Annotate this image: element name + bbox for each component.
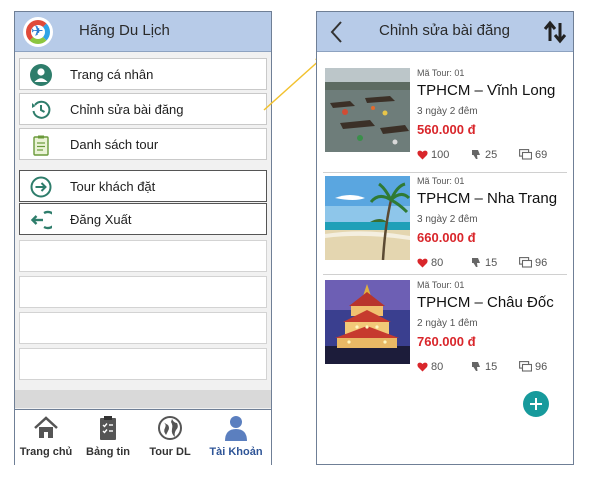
nav-home[interactable]: Trang chủ bbox=[15, 414, 77, 464]
dislike-count: 15 bbox=[485, 257, 498, 269]
divider-bar bbox=[15, 390, 271, 408]
nav-label: Trang chủ bbox=[19, 446, 73, 458]
nav-account[interactable]: Tài Khoản bbox=[205, 414, 267, 464]
dislike-button[interactable]: 25 bbox=[471, 149, 497, 163]
tour-code: Mã Tour: 01 bbox=[417, 176, 465, 186]
empty-row bbox=[19, 312, 267, 344]
like-button[interactable]: 80 bbox=[417, 361, 443, 375]
app-title: Hãng Du Lịch bbox=[79, 22, 170, 39]
back-icon[interactable] bbox=[325, 18, 349, 46]
page-title: Chỉnh sửa bài đăng bbox=[379, 22, 510, 39]
add-post-button[interactable] bbox=[523, 391, 549, 417]
like-button[interactable]: 100 bbox=[417, 149, 449, 163]
tour-photo-beach bbox=[325, 176, 410, 260]
like-count: 80 bbox=[431, 257, 444, 269]
menu-item-edit-posts[interactable]: Chỉnh sửa bài đăng bbox=[19, 93, 267, 125]
menu-item-booked-tours[interactable]: Tour khách đặt bbox=[19, 170, 267, 202]
tour-photo-temple bbox=[325, 280, 410, 364]
menu-label: Đăng Xuất bbox=[70, 212, 132, 227]
empty-row bbox=[19, 276, 267, 308]
comment-button[interactable]: 69 bbox=[519, 149, 547, 163]
comment-icon bbox=[519, 361, 533, 372]
tour-duration: 2 ngày 1 đêm bbox=[417, 318, 478, 329]
menu-item-logout[interactable]: Đăng Xuất bbox=[19, 203, 267, 235]
comment-button[interactable]: 96 bbox=[519, 257, 547, 271]
menu-label: Chỉnh sửa bài đăng bbox=[70, 102, 184, 117]
empty-row bbox=[19, 348, 267, 380]
screen-header: Chỉnh sửa bài đăng bbox=[317, 12, 573, 52]
dislike-button[interactable]: 15 bbox=[471, 257, 497, 271]
nav-label: Tour DL bbox=[149, 446, 191, 458]
account-icon bbox=[225, 416, 247, 441]
comment-icon bbox=[519, 149, 533, 160]
tour-name: TPHCM – Châu Đốc bbox=[417, 294, 554, 311]
dislike-button[interactable]: 15 bbox=[471, 361, 497, 375]
card-divider bbox=[323, 172, 567, 173]
app-header: ✈ Hãng Du Lịch bbox=[15, 12, 271, 52]
bottom-nav: Trang chủ Bảng tin Tour DL Tài Khoản bbox=[15, 409, 271, 465]
tour-name: TPHCM – Vĩnh Long bbox=[417, 82, 556, 99]
card-divider bbox=[323, 274, 567, 275]
like-count: 100 bbox=[431, 149, 450, 161]
comment-button[interactable]: 96 bbox=[519, 361, 547, 375]
comment-count: 69 bbox=[535, 149, 548, 161]
dislike-count: 15 bbox=[485, 361, 498, 373]
tour-duration: 3 ngày 2 đêm bbox=[417, 214, 478, 225]
tour-card[interactable]: Mã Tour: 01 TPHCM – Châu Đốc 2 ngày 1 đê… bbox=[323, 278, 567, 378]
tour-card[interactable]: Mã Tour: 01 TPHCM – Nha Trang 3 ngày 2 đ… bbox=[323, 174, 567, 274]
tour-name: TPHCM – Nha Trang bbox=[417, 190, 558, 207]
empty-row bbox=[19, 240, 267, 272]
menu-item-profile[interactable]: Trang cá nhân bbox=[19, 58, 267, 90]
tour-code: Mã Tour: 01 bbox=[417, 68, 465, 78]
heart-icon bbox=[417, 258, 428, 268]
thumbs-down-icon bbox=[472, 258, 480, 267]
nav-tours[interactable]: Tour DL bbox=[139, 414, 201, 464]
sort-icon[interactable] bbox=[543, 20, 567, 44]
tour-duration: 3 ngày 2 đêm bbox=[417, 106, 478, 117]
menu-item-tour-list[interactable]: Danh sách tour bbox=[19, 128, 267, 160]
tour-price: 560.000 đ bbox=[417, 122, 476, 137]
arrow-circle-icon bbox=[30, 176, 52, 198]
nav-label: Tài Khoản bbox=[209, 446, 263, 458]
thumbs-down-icon bbox=[472, 150, 480, 159]
comment-count: 96 bbox=[535, 257, 548, 269]
dislike-count: 25 bbox=[485, 149, 498, 161]
clipboard-icon bbox=[33, 135, 49, 156]
history-icon bbox=[32, 100, 51, 119]
edit-posts-screen: Chỉnh sửa bài đăng Mã Tour: 01 TPHCM – V… bbox=[316, 11, 574, 465]
checklist-icon bbox=[100, 416, 116, 440]
menu-label: Trang cá nhân bbox=[70, 67, 154, 82]
user-icon bbox=[30, 64, 52, 86]
logout-icon bbox=[30, 210, 52, 230]
tour-price: 660.000 đ bbox=[417, 230, 476, 245]
thumbs-down-icon bbox=[472, 362, 480, 371]
home-icon bbox=[34, 416, 58, 438]
heart-icon bbox=[417, 362, 428, 372]
comment-count: 96 bbox=[535, 361, 548, 373]
like-count: 80 bbox=[431, 361, 444, 373]
comment-icon bbox=[519, 257, 533, 268]
globe-icon bbox=[158, 416, 182, 440]
nav-news[interactable]: Bảng tin bbox=[77, 414, 139, 464]
menu-label: Danh sách tour bbox=[70, 137, 159, 152]
tour-price: 760.000 đ bbox=[417, 334, 476, 349]
app-logo: ✈ bbox=[23, 17, 53, 47]
account-screen: ✈ Hãng Du Lịch Trang cá nhân Chỉnh sửa b… bbox=[14, 11, 272, 465]
nav-label: Bảng tin bbox=[86, 446, 130, 458]
tour-card[interactable]: Mã Tour: 01 TPHCM – Vĩnh Long 3 ngày 2 đ… bbox=[323, 66, 567, 166]
menu-label: Tour khách đặt bbox=[70, 179, 156, 194]
tour-code: Mã Tour: 01 bbox=[417, 280, 465, 290]
heart-icon bbox=[417, 150, 428, 160]
like-button[interactable]: 80 bbox=[417, 257, 443, 271]
tour-photo-floating-market bbox=[325, 68, 410, 152]
plane-icon: ✈ bbox=[31, 23, 44, 40]
